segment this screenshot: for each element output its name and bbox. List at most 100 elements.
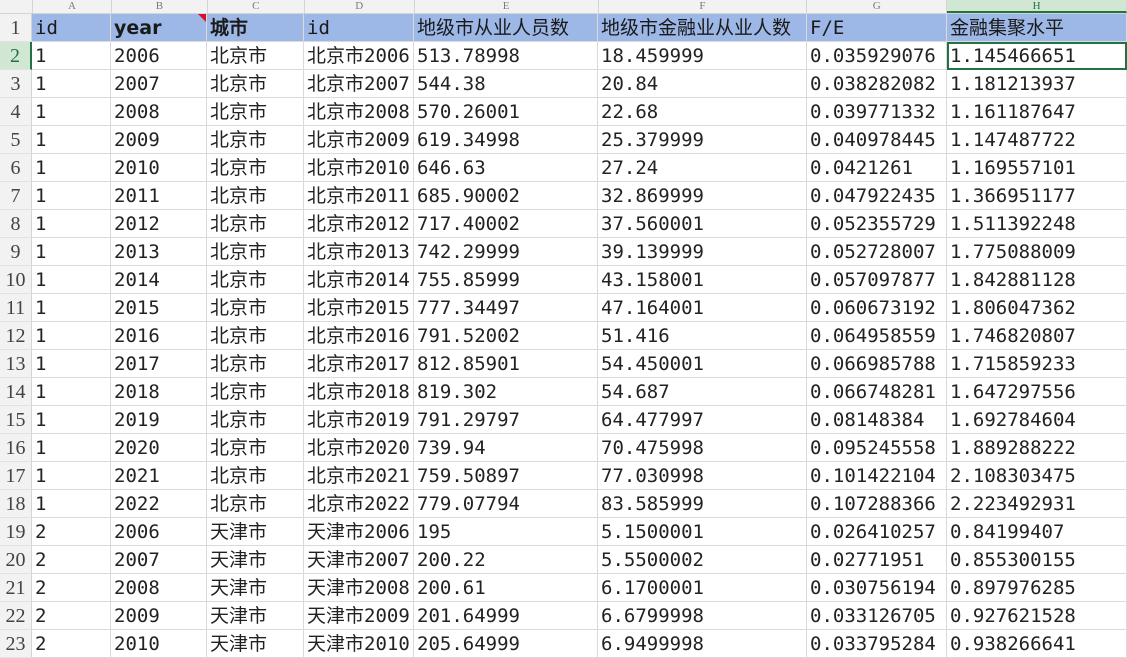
cell-city[interactable]: 天津市 [207, 630, 304, 658]
cell-employees[interactable]: 195 [414, 518, 598, 546]
row-number[interactable]: 20 [0, 546, 32, 574]
cell-agglomeration[interactable]: 1.169557101 [947, 154, 1127, 182]
header-cell-city[interactable]: 城市 [207, 14, 304, 42]
row-number[interactable]: 17 [0, 462, 32, 490]
cell-id2[interactable]: 北京市2009 [304, 126, 414, 154]
cell-year[interactable]: 2008 [111, 574, 207, 602]
cell-agglomeration[interactable]: 1.746820807 [947, 322, 1127, 350]
cell-id2[interactable]: 北京市2007 [304, 70, 414, 98]
row-number[interactable]: 15 [0, 406, 32, 434]
row-number[interactable]: 6 [0, 154, 32, 182]
cell-ratio[interactable]: 0.047922435 [807, 182, 947, 210]
cell-id[interactable]: 1 [32, 322, 111, 350]
cell-city[interactable]: 北京市 [207, 238, 304, 266]
row-number[interactable]: 14 [0, 378, 32, 406]
cell-id2[interactable]: 北京市2011 [304, 182, 414, 210]
cell-agglomeration[interactable]: 1.889288222 [947, 434, 1127, 462]
cell-id2[interactable]: 北京市2012 [304, 210, 414, 238]
cell-id[interactable]: 1 [32, 182, 111, 210]
cell-city[interactable]: 北京市 [207, 266, 304, 294]
cell-id2[interactable]: 天津市2007 [304, 546, 414, 574]
cell-id2[interactable]: 天津市2008 [304, 574, 414, 602]
cell-finance-employees[interactable]: 37.560001 [598, 210, 807, 238]
cell-city[interactable]: 北京市 [207, 70, 304, 98]
cell-employees[interactable]: 791.52002 [414, 322, 598, 350]
cell-ratio[interactable]: 0.057097877 [807, 266, 947, 294]
cell-finance-employees[interactable]: 22.68 [598, 98, 807, 126]
cell-finance-employees[interactable]: 20.84 [598, 70, 807, 98]
cell-id[interactable]: 1 [32, 210, 111, 238]
cell-year[interactable]: 2015 [111, 294, 207, 322]
cell-ratio[interactable]: 0.033795284 [807, 630, 947, 658]
row-number[interactable]: 8 [0, 210, 32, 238]
cell-agglomeration[interactable]: 0.855300155 [947, 546, 1127, 574]
cell-city[interactable]: 天津市 [207, 546, 304, 574]
cell-agglomeration[interactable]: 0.927621528 [947, 602, 1127, 630]
cell-agglomeration[interactable]: 1.842881128 [947, 266, 1127, 294]
cell-id[interactable]: 2 [32, 602, 111, 630]
cell-finance-employees[interactable]: 6.1700001 [598, 574, 807, 602]
cell-finance-employees[interactable]: 6.9499998 [598, 630, 807, 658]
cell-city[interactable]: 北京市 [207, 462, 304, 490]
cell-id2[interactable]: 北京市2018 [304, 378, 414, 406]
cell-employees[interactable]: 200.61 [414, 574, 598, 602]
column-header-d[interactable]: D [305, 0, 415, 13]
cell-year[interactable]: 2007 [111, 546, 207, 574]
cell-city[interactable]: 北京市 [207, 126, 304, 154]
cell-city[interactable]: 北京市 [207, 210, 304, 238]
cell-year[interactable]: 2018 [111, 378, 207, 406]
cell-finance-employees[interactable]: 18.459999 [598, 42, 807, 70]
cell-year[interactable]: 2010 [111, 630, 207, 658]
cell-id[interactable]: 1 [32, 462, 111, 490]
cell-id2[interactable]: 北京市2020 [304, 434, 414, 462]
cell-year[interactable]: 2019 [111, 406, 207, 434]
cell-id[interactable]: 2 [32, 630, 111, 658]
cell-employees[interactable]: 759.50897 [414, 462, 598, 490]
cell-ratio[interactable]: 0.0421261 [807, 154, 947, 182]
cell-finance-employees[interactable]: 25.379999 [598, 126, 807, 154]
cell-year[interactable]: 2017 [111, 350, 207, 378]
row-number[interactable]: 9 [0, 238, 32, 266]
cell-city[interactable]: 天津市 [207, 574, 304, 602]
cell-id2[interactable]: 天津市2009 [304, 602, 414, 630]
cell-city[interactable]: 北京市 [207, 182, 304, 210]
cell-year[interactable]: 2007 [111, 70, 207, 98]
cell-agglomeration[interactable]: 1.806047362 [947, 294, 1127, 322]
cell-employees[interactable]: 755.85999 [414, 266, 598, 294]
column-header-e[interactable]: E [415, 0, 599, 13]
header-cell-id2[interactable]: id [304, 14, 414, 42]
cell-ratio[interactable]: 0.08148384 [807, 406, 947, 434]
cell-ratio[interactable]: 0.039771332 [807, 98, 947, 126]
cell-year[interactable]: 2021 [111, 462, 207, 490]
cell-city[interactable]: 北京市 [207, 434, 304, 462]
cell-agglomeration[interactable]: 2.108303475 [947, 462, 1127, 490]
row-number[interactable]: 18 [0, 490, 32, 518]
cell-id2[interactable]: 天津市2010 [304, 630, 414, 658]
cell-finance-employees[interactable]: 64.477997 [598, 406, 807, 434]
cell-employees[interactable]: 742.29999 [414, 238, 598, 266]
cell-employees[interactable]: 819.302 [414, 378, 598, 406]
cell-ratio[interactable]: 0.026410257 [807, 518, 947, 546]
cell-id2[interactable]: 天津市2006 [304, 518, 414, 546]
column-header-c[interactable]: C [208, 0, 305, 13]
cell-finance-employees[interactable]: 54.687 [598, 378, 807, 406]
row-number[interactable]: 5 [0, 126, 32, 154]
cell-employees[interactable]: 200.22 [414, 546, 598, 574]
cell-id2[interactable]: 北京市2013 [304, 238, 414, 266]
cell-year[interactable]: 2006 [111, 42, 207, 70]
row-number[interactable]: 3 [0, 70, 32, 98]
cell-id2[interactable]: 北京市2015 [304, 294, 414, 322]
cell-id2[interactable]: 北京市2022 [304, 490, 414, 518]
cell-ratio[interactable]: 0.033126705 [807, 602, 947, 630]
cell-year[interactable]: 2022 [111, 490, 207, 518]
cell-id2[interactable]: 北京市2008 [304, 98, 414, 126]
cell-finance-employees[interactable]: 43.158001 [598, 266, 807, 294]
cell-id[interactable]: 1 [32, 42, 111, 70]
cell-id[interactable]: 1 [32, 70, 111, 98]
cell-ratio[interactable]: 0.066748281 [807, 378, 947, 406]
header-cell-agglomeration[interactable]: 金融集聚水平 [947, 14, 1127, 42]
cell-ratio[interactable]: 0.066985788 [807, 350, 947, 378]
row-number[interactable]: 7 [0, 182, 32, 210]
row-number[interactable]: 21 [0, 574, 32, 602]
cell-finance-employees[interactable]: 51.416 [598, 322, 807, 350]
